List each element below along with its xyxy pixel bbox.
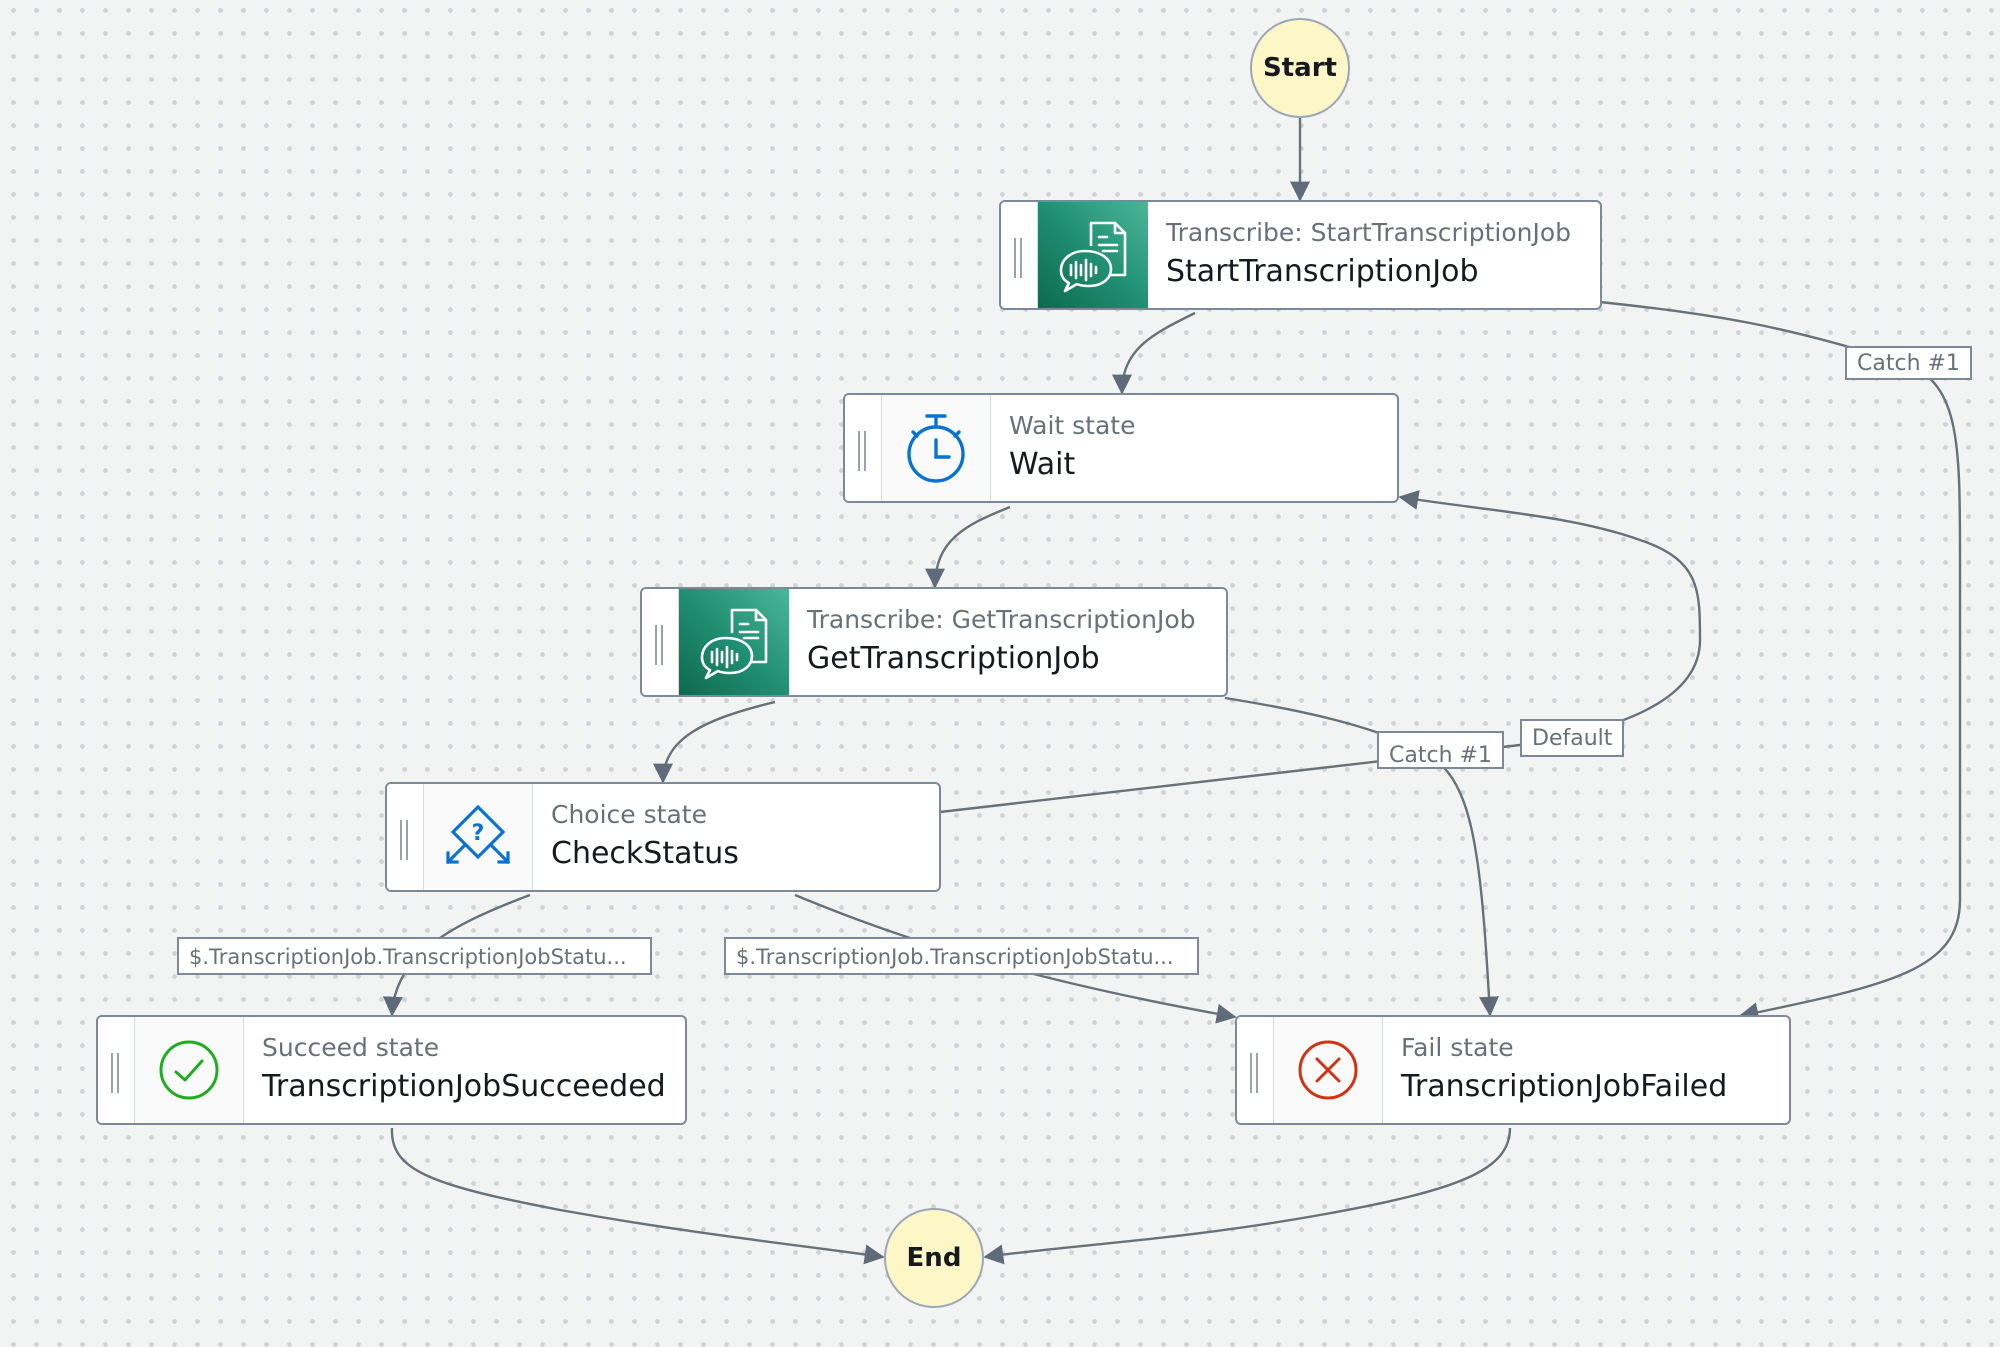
state-get-transcription-job[interactable]: Transcribe: GetTranscriptionJob GetTrans… [640, 587, 1228, 697]
state-start-transcription-job[interactable]: Transcribe: StartTranscriptionJob StartT… [999, 200, 1602, 310]
choice-icon: ? [424, 784, 533, 890]
state-type-label: Succeed state [262, 1033, 440, 1062]
end-node[interactable]: End [884, 1208, 984, 1308]
state-name: StartTranscriptionJob [1166, 254, 1479, 289]
drag-handle[interactable] [1001, 202, 1038, 308]
edge-label-choice-failed[interactable]: $.TranscriptionJob.TranscriptionJobStatu… [724, 937, 1199, 975]
edge-succeeded-to-end [390, 1127, 885, 1265]
amazon-transcribe-icon [679, 589, 789, 695]
edge-failed-to-end [983, 1127, 1512, 1265]
state-transcription-job-failed[interactable]: Fail state TranscriptionJobFailed [1235, 1015, 1791, 1125]
edge-start-transcription-job-catch [1599, 300, 1962, 1023]
edge-label-choice-succeeded[interactable]: $.TranscriptionJob.TranscriptionJobStatu… [177, 937, 652, 975]
edge-get-transcription-job-to-check-status [653, 700, 776, 784]
state-type-label: Transcribe: GetTranscriptionJob [807, 605, 1196, 634]
state-wait[interactable]: Wait state Wait [843, 393, 1399, 503]
edge-start-transcription-job-to-wait [1112, 311, 1196, 395]
edge-wait-to-get-transcription-job [925, 505, 1011, 589]
check-circle-icon [135, 1017, 244, 1123]
edge-label-catch-get[interactable]: Catch #1 [1377, 731, 1504, 769]
state-name: TranscriptionJobSucceeded [262, 1069, 666, 1104]
edge-label-default[interactable]: Default [1520, 719, 1625, 757]
end-label: End [906, 1243, 962, 1273]
state-type-label: Wait state [1009, 411, 1136, 440]
drag-handle[interactable] [387, 784, 424, 890]
edge-label-catch-start[interactable]: Catch #1 [1845, 346, 1972, 380]
state-name: CheckStatus [551, 836, 739, 871]
drag-handle[interactable] [845, 395, 882, 501]
state-name: TranscriptionJobFailed [1401, 1069, 1728, 1104]
drag-handle[interactable] [642, 589, 679, 695]
svg-text:?: ? [472, 821, 485, 846]
drag-handle[interactable] [98, 1017, 135, 1123]
state-name: GetTranscriptionJob [807, 641, 1100, 676]
state-name: Wait [1009, 447, 1076, 482]
stopwatch-icon [882, 395, 991, 501]
amazon-transcribe-icon [1038, 202, 1148, 308]
state-check-status[interactable]: ? Choice state CheckStatus [385, 782, 941, 892]
state-type-label: Fail state [1401, 1033, 1514, 1062]
state-type-label: Choice state [551, 800, 707, 829]
start-label: Start [1263, 53, 1337, 83]
drag-handle[interactable] [1237, 1017, 1274, 1123]
start-node[interactable]: Start [1250, 18, 1350, 118]
x-circle-icon [1274, 1017, 1383, 1123]
state-transcription-job-succeeded[interactable]: Succeed state TranscriptionJobSucceeded [96, 1015, 687, 1125]
state-type-label: Transcribe: StartTranscriptionJob [1166, 218, 1572, 247]
